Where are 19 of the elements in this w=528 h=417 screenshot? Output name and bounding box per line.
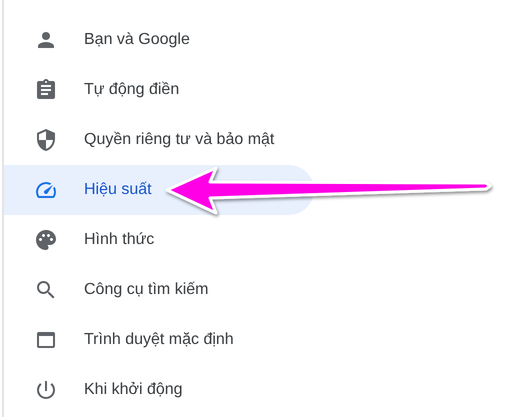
sidebar-item-label: Hiệu suất bbox=[84, 181, 152, 199]
sidebar-item[interactable]: Quyền riêng tư và bảo mật bbox=[4, 115, 314, 165]
sidebar-item[interactable]: Khi khởi động bbox=[4, 365, 314, 415]
shield-icon bbox=[34, 128, 58, 152]
sidebar-item-label: Công cụ tìm kiếm bbox=[84, 281, 208, 299]
sidebar-item-label: Tự động điền bbox=[84, 81, 180, 99]
power-icon bbox=[34, 378, 58, 402]
sidebar-item-label: Khi khởi động bbox=[84, 381, 183, 399]
sidebar-item[interactable]: Bạn và Google bbox=[4, 15, 314, 65]
sidebar-item-label: Hình thức bbox=[84, 231, 154, 249]
sidebar-item[interactable]: Tự động điền bbox=[4, 65, 314, 115]
sidebar-item-label: Quyền riêng tư và bảo mật bbox=[84, 131, 274, 149]
clipboard-icon bbox=[34, 78, 58, 102]
sidebar-item-label: Trình duyệt mặc định bbox=[84, 331, 234, 349]
sidebar-item[interactable]: Công cụ tìm kiếm bbox=[4, 265, 314, 315]
sidebar-item[interactable]: Trình duyệt mặc định bbox=[4, 315, 314, 365]
sidebar-item[interactable]: Hình thức bbox=[4, 215, 314, 265]
palette-icon bbox=[34, 228, 58, 252]
sidebar-item-label: Bạn và Google bbox=[84, 31, 190, 49]
